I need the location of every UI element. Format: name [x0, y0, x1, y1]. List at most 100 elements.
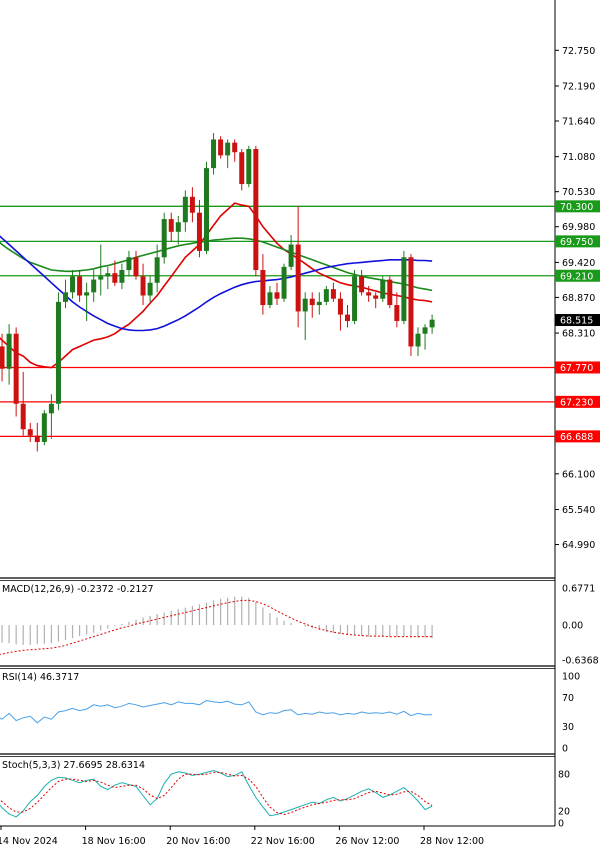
macd-tick-label: 0.00 — [562, 621, 583, 632]
candle-up — [154, 257, 160, 283]
candle-up — [204, 168, 209, 251]
rsi-tick-label: 100 — [562, 672, 580, 683]
candle-down — [253, 149, 259, 271]
candle-down — [337, 298, 343, 315]
candle-down — [20, 403, 26, 430]
chart-canvas: 72.750 72.190 71.640 71.080 70.530 69.980 69.4… — [0, 0, 600, 847]
candle-up — [48, 403, 54, 414]
candle-up — [105, 273, 111, 277]
candle-up — [84, 292, 90, 296]
chart-window: 72.750 72.190 71.640 71.080 70.530 69.980 69.4… — [0, 0, 600, 848]
level-lines — [0, 205, 555, 438]
stoch-tick-label: 80 — [558, 770, 570, 781]
candle-up — [281, 266, 287, 299]
candle-down — [373, 295, 379, 299]
stoch-main-line — [0, 769, 433, 818]
candle-up — [175, 222, 181, 232]
candle-down — [232, 142, 238, 153]
time-tick-label: 26 Nov 12:00 — [335, 836, 399, 847]
candle-up — [70, 276, 76, 293]
macd-tick-label: -0.6368 — [562, 656, 599, 667]
rsi-tick-label: 0 — [562, 744, 568, 755]
candle-down — [366, 292, 372, 296]
candle-up — [119, 270, 125, 283]
price-tick-label: 69.420 — [562, 258, 595, 269]
candle-up — [63, 292, 68, 302]
level-tag-label: 70.300 — [560, 202, 593, 213]
candle-down — [189, 196, 195, 213]
stoch-pane: Stoch(5,3,3) 27.6695 28.6314 80 20 0 — [0, 760, 570, 830]
candle-up — [225, 142, 231, 156]
ma-blue-line — [0, 235, 433, 332]
rsi-pane: RSI(14) 46.3717 100 70 30 0 — [0, 672, 580, 755]
candle-down — [34, 435, 40, 442]
candle-down — [13, 333, 19, 404]
time-tick-label: 20 Nov 16:00 — [166, 836, 230, 847]
ma-slow-line — [0, 237, 433, 292]
candle-up — [41, 413, 47, 442]
candle-up — [429, 319, 435, 328]
current-price-label: 68.515 — [560, 316, 593, 327]
time-tick-label: 14 Nov 2024 — [0, 836, 58, 847]
candle-down — [112, 273, 118, 283]
candle-down — [260, 270, 266, 306]
candle-up — [316, 301, 322, 306]
stoch-signal-line — [0, 771, 433, 816]
level-tag-label: 66.688 — [560, 432, 593, 443]
candle-down — [345, 314, 350, 321]
candle-up — [415, 333, 421, 347]
candle-up — [246, 149, 252, 185]
rsi-tick-label: 30 — [562, 722, 574, 733]
candle-up — [6, 333, 12, 369]
candle-down — [77, 276, 83, 296]
price-axis-ticks: 72.750 72.190 71.640 71.080 70.530 69.980 69.4… — [555, 46, 595, 551]
time-tick-label: 22 Nov 16:00 — [251, 836, 315, 847]
candle-up — [211, 139, 217, 169]
rsi-label: RSI(14) 46.3717 — [2, 672, 79, 683]
candle-down — [27, 429, 33, 436]
candle-down — [274, 292, 280, 299]
candle-down — [218, 139, 224, 156]
macd-pane: MACD(12,26,9) -0.2372 -0.2127 0.6771 0.00… — [0, 584, 599, 667]
candle-up — [98, 276, 104, 280]
current-price-tag: 68.515 — [555, 314, 600, 327]
price-tick-label: 69.980 — [562, 222, 595, 233]
candle-down — [140, 276, 146, 296]
price-tick-label: 66.100 — [562, 469, 595, 480]
candle-up — [55, 301, 61, 404]
candles — [0, 133, 435, 452]
candle-up — [302, 298, 308, 312]
candle-down — [0, 346, 5, 369]
level-tag-label: 69.750 — [560, 237, 593, 248]
price-tick-label: 68.870 — [562, 293, 595, 304]
price-tick-label: 71.640 — [562, 116, 595, 127]
stoch-tick-label: 20 — [558, 806, 570, 817]
candle-up — [126, 257, 132, 271]
price-tick-label: 70.530 — [562, 187, 595, 198]
moving-averages — [0, 202, 433, 369]
level-tag-label: 67.770 — [560, 363, 593, 374]
candle-down — [295, 244, 301, 312]
candle-down — [387, 279, 393, 306]
candle-down — [359, 276, 365, 293]
price-tick-label: 72.190 — [562, 81, 595, 92]
candle-up — [267, 292, 273, 306]
time-axis-ticks: 14 Nov 2024 18 Nov 16:00 20 Nov 16:00 22 No… — [0, 826, 484, 847]
candle-down — [168, 219, 174, 232]
price-tick-label: 72.750 — [562, 46, 595, 57]
candle-up — [91, 279, 97, 293]
macd-label: MACD(12,26,9) -0.2372 -0.2127 — [2, 584, 154, 595]
candle-up — [147, 282, 153, 296]
stoch-label: Stoch(5,3,3) 27.6695 28.6314 — [2, 760, 145, 771]
macd-signal-line — [0, 599, 433, 655]
time-tick-label: 28 Nov 12:00 — [420, 836, 484, 847]
candle-up — [352, 276, 358, 321]
price-tick-label: 68.310 — [562, 329, 595, 340]
rsi-tick-label: 70 — [562, 693, 574, 704]
candle-up — [288, 244, 294, 267]
stoch-tick-label: 0 — [558, 819, 564, 830]
macd-tick-label: 0.6771 — [562, 584, 595, 595]
candle-down — [239, 152, 245, 185]
frame — [0, 0, 556, 827]
candle-down — [330, 289, 336, 299]
